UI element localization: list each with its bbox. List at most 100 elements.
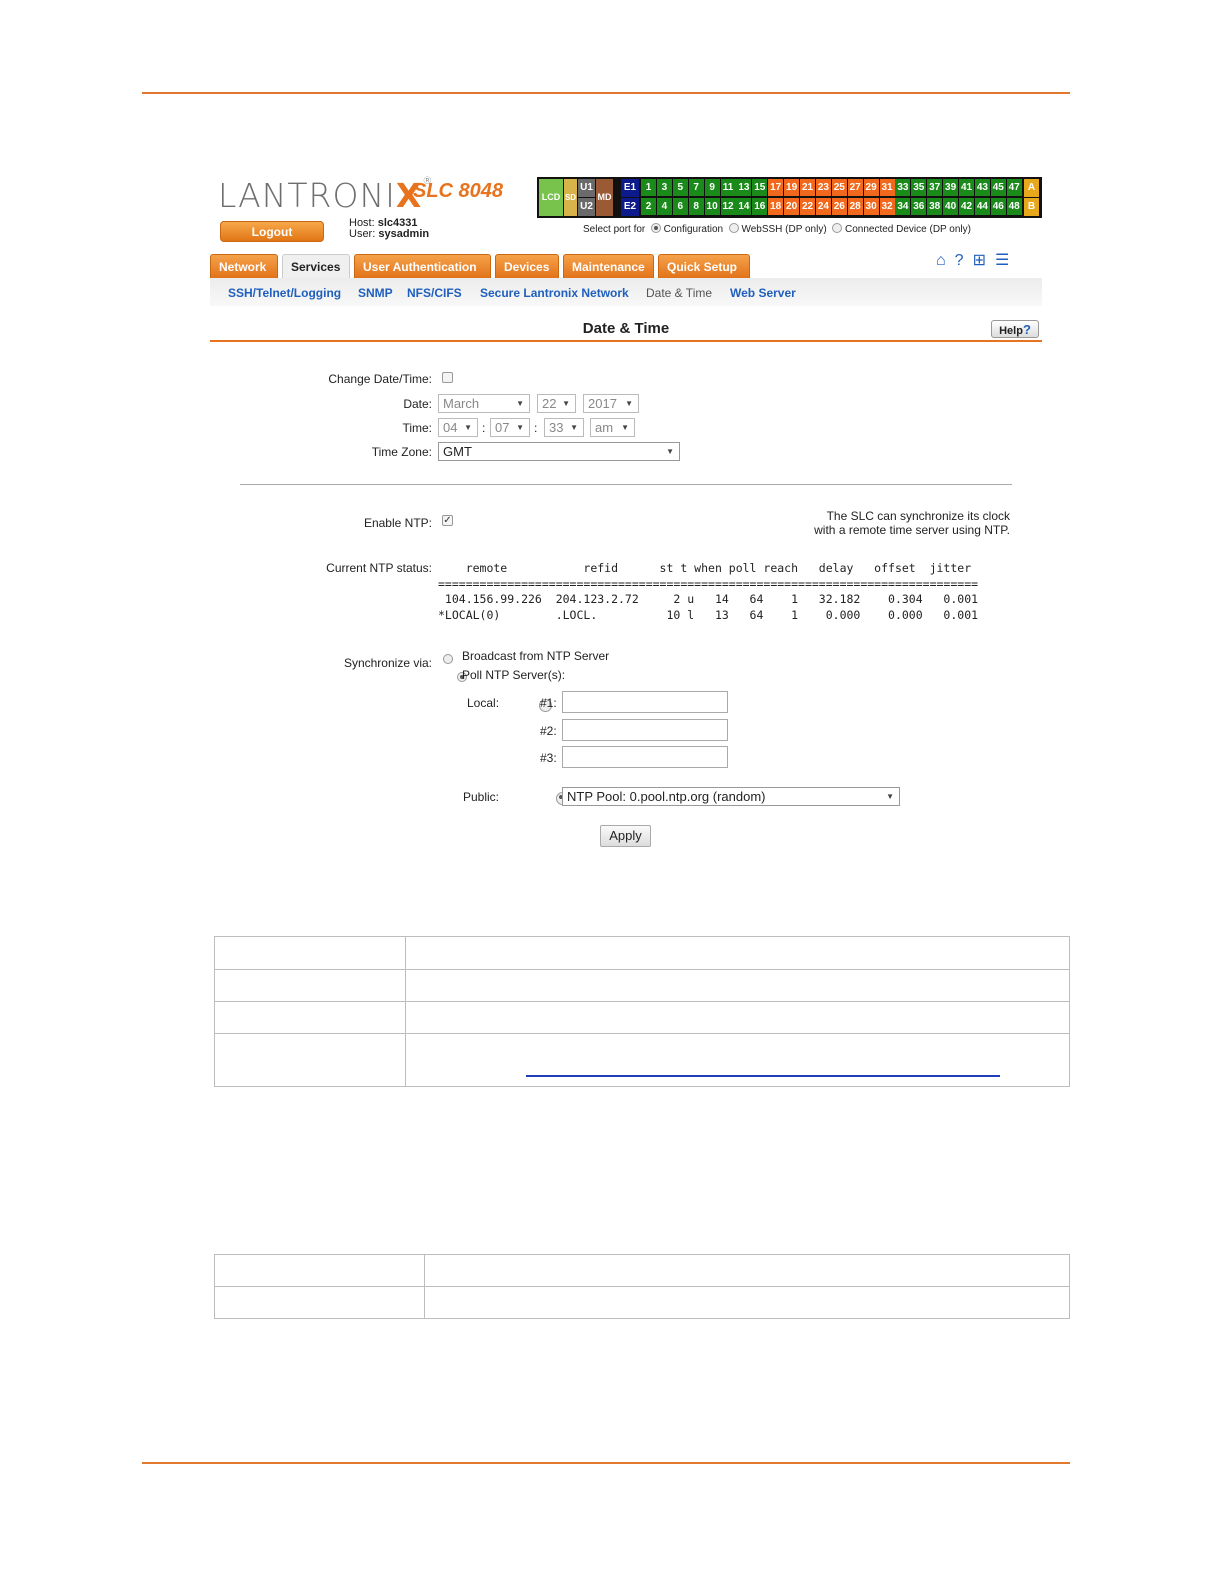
port-21[interactable]: 21: [800, 179, 815, 196]
port-12[interactable]: 12: [720, 198, 736, 215]
date-day-select[interactable]: 22 ▼: [537, 394, 576, 413]
connected-device-radio[interactable]: [832, 223, 843, 233]
log-icon[interactable]: ☰: [995, 250, 1009, 270]
time-hour-select[interactable]: 04 ▼: [438, 418, 478, 437]
tab-quick-setup[interactable]: Quick Setup: [658, 254, 750, 278]
date-year-select[interactable]: 2017 ▼: [583, 394, 639, 413]
logout-button[interactable]: Logout: [220, 221, 324, 242]
apply-button[interactable]: Apply: [600, 825, 651, 847]
port-8[interactable]: 8: [688, 198, 704, 215]
port-9[interactable]: 9: [704, 179, 720, 196]
configuration-radio[interactable]: [650, 223, 661, 233]
public-ntp-select[interactable]: NTP Pool: 0.pool.ntp.org (random) ▼: [562, 787, 900, 806]
broadcast-radio[interactable]: [443, 654, 453, 664]
port-10[interactable]: 10: [704, 198, 720, 215]
date-month-select[interactable]: March ▼: [438, 394, 530, 413]
port-47[interactable]: 47: [1006, 179, 1022, 196]
table-cell: [214, 1286, 425, 1319]
ntp-server1-input[interactable]: [562, 691, 728, 713]
port-43[interactable]: 43: [974, 179, 990, 196]
port-48[interactable]: 48: [1006, 198, 1022, 215]
tab-network[interactable]: Network: [210, 254, 278, 278]
port-31[interactable]: 31: [879, 179, 895, 196]
enable-ntp-checkbox[interactable]: ✓: [442, 515, 453, 526]
port-36[interactable]: 36: [911, 198, 927, 215]
timezone-select[interactable]: GMT ▼: [438, 442, 680, 461]
port-22[interactable]: 22: [800, 198, 815, 215]
ntp-server3-input[interactable]: [562, 746, 728, 768]
section-divider: [240, 484, 1012, 485]
e2-indicator[interactable]: E2: [621, 198, 639, 216]
webssh-radio[interactable]: [728, 223, 739, 233]
home-icon[interactable]: ⌂: [936, 252, 946, 270]
port-4[interactable]: 4: [656, 198, 672, 215]
port-34[interactable]: 34: [895, 198, 911, 215]
port-32[interactable]: 32: [879, 198, 895, 215]
help-icon[interactable]: ?: [955, 252, 964, 270]
time-second-select[interactable]: 33 ▼: [544, 418, 584, 437]
ntp-server2-input[interactable]: [562, 719, 728, 741]
tab-maintenance[interactable]: Maintenance: [563, 254, 654, 278]
port-40[interactable]: 40: [943, 198, 959, 215]
port-29[interactable]: 29: [863, 179, 879, 196]
port-7[interactable]: 7: [688, 179, 704, 196]
port-39[interactable]: 39: [943, 179, 959, 196]
change-datetime-checkbox[interactable]: [442, 372, 453, 383]
port-28[interactable]: 28: [847, 198, 863, 215]
time-minute-select[interactable]: 07 ▼: [490, 418, 530, 437]
port-18[interactable]: 18: [768, 198, 784, 215]
field-description-table: [214, 936, 1070, 1087]
port-33[interactable]: 33: [895, 179, 911, 196]
u1-indicator[interactable]: U1: [578, 179, 595, 197]
port-44[interactable]: 44: [974, 198, 990, 215]
e1-indicator[interactable]: E1: [621, 179, 639, 197]
b-indicator[interactable]: B: [1024, 198, 1039, 216]
port-13[interactable]: 13: [736, 179, 752, 196]
port-3[interactable]: 3: [656, 179, 672, 196]
port-46[interactable]: 46: [990, 198, 1006, 215]
lcd-indicator[interactable]: LCD: [539, 179, 563, 216]
u2-indicator[interactable]: U2: [578, 198, 595, 216]
port-5[interactable]: 5: [672, 179, 688, 196]
port-19[interactable]: 19: [784, 179, 800, 196]
time-ampm-select[interactable]: am ▼: [590, 418, 635, 437]
port-16[interactable]: 16: [752, 198, 768, 215]
subnav-snmp[interactable]: SNMP: [358, 286, 393, 300]
port-14[interactable]: 14: [736, 198, 752, 215]
port-23[interactable]: 23: [815, 179, 831, 196]
subnav-nfs-cifs[interactable]: NFS/CIFS: [407, 286, 462, 300]
port-24[interactable]: 24: [815, 198, 831, 215]
port-41[interactable]: 41: [959, 179, 974, 196]
table-cell: [424, 1286, 1070, 1319]
subnav-ssh-telnet-logging[interactable]: SSH/Telnet/Logging: [228, 286, 341, 300]
port-2[interactable]: 2: [641, 198, 656, 215]
hyperlink-underline[interactable]: [526, 1075, 1000, 1077]
sd-indicator[interactable]: SD: [564, 179, 577, 216]
table-cell: [214, 1033, 406, 1087]
port-1[interactable]: 1: [641, 179, 656, 196]
subnav-web-server[interactable]: Web Server: [730, 286, 796, 300]
tab-user-authentication[interactable]: User Authentication: [354, 254, 491, 278]
port-17[interactable]: 17: [768, 179, 784, 196]
port-26[interactable]: 26: [831, 198, 847, 215]
port-15[interactable]: 15: [752, 179, 768, 196]
table-cell: [405, 936, 1070, 970]
port-11[interactable]: 11: [720, 179, 736, 196]
port-42[interactable]: 42: [959, 198, 974, 215]
port-6[interactable]: 6: [672, 198, 688, 215]
port-38[interactable]: 38: [927, 198, 943, 215]
subnav-secure-lantronix-network[interactable]: Secure Lantronix Network: [480, 286, 629, 300]
port-37[interactable]: 37: [927, 179, 943, 196]
port-20[interactable]: 20: [784, 198, 800, 215]
port-25[interactable]: 25: [831, 179, 847, 196]
site-map-icon[interactable]: ⊞: [973, 250, 986, 270]
tab-devices[interactable]: Devices: [495, 254, 559, 278]
port-27[interactable]: 27: [847, 179, 863, 196]
tab-services[interactable]: Services: [282, 254, 350, 278]
port-35[interactable]: 35: [911, 179, 927, 196]
port-45[interactable]: 45: [990, 179, 1006, 196]
help-button[interactable]: Help?: [991, 320, 1039, 338]
port-30[interactable]: 30: [863, 198, 879, 215]
md-indicator[interactable]: MD: [596, 179, 613, 216]
a-indicator[interactable]: A: [1024, 179, 1039, 197]
